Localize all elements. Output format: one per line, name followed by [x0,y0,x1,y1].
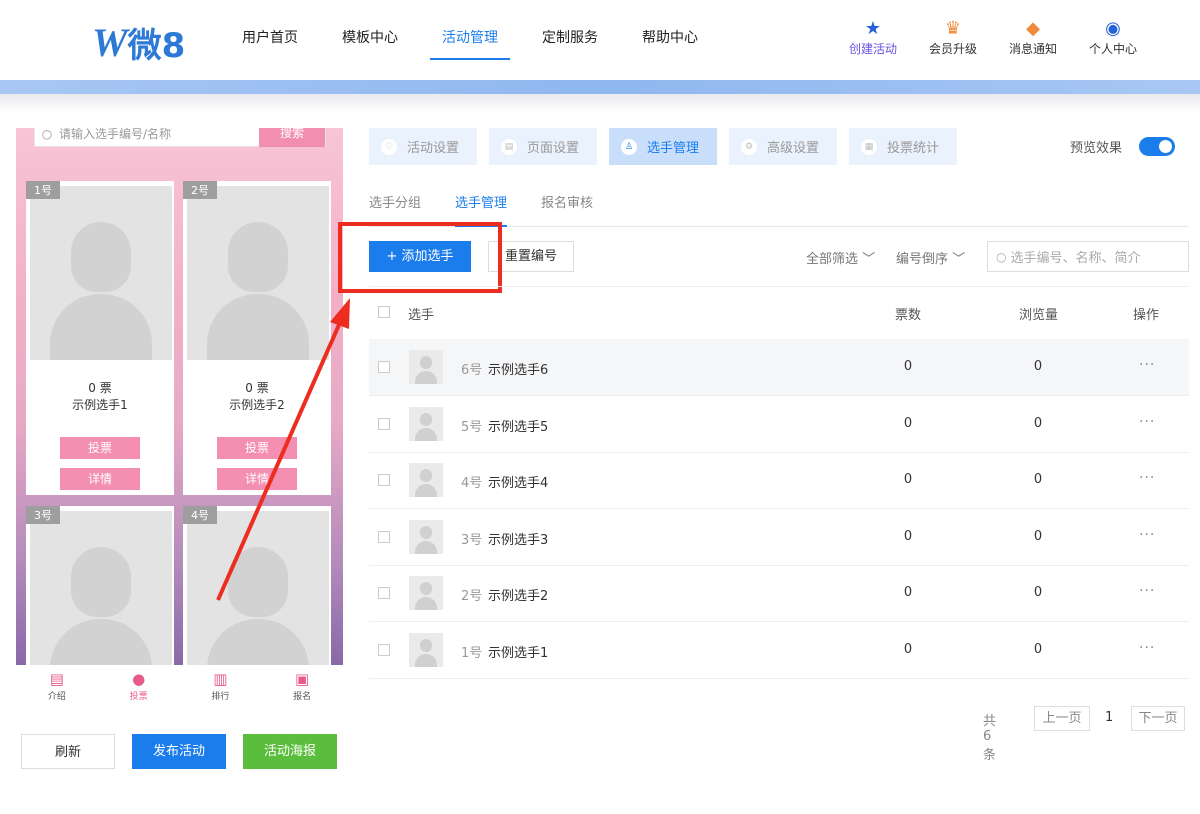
annotation-arrow-head [330,298,350,329]
annotation-arrow [216,298,350,601]
annotation-arrow-shaft [216,317,344,601]
